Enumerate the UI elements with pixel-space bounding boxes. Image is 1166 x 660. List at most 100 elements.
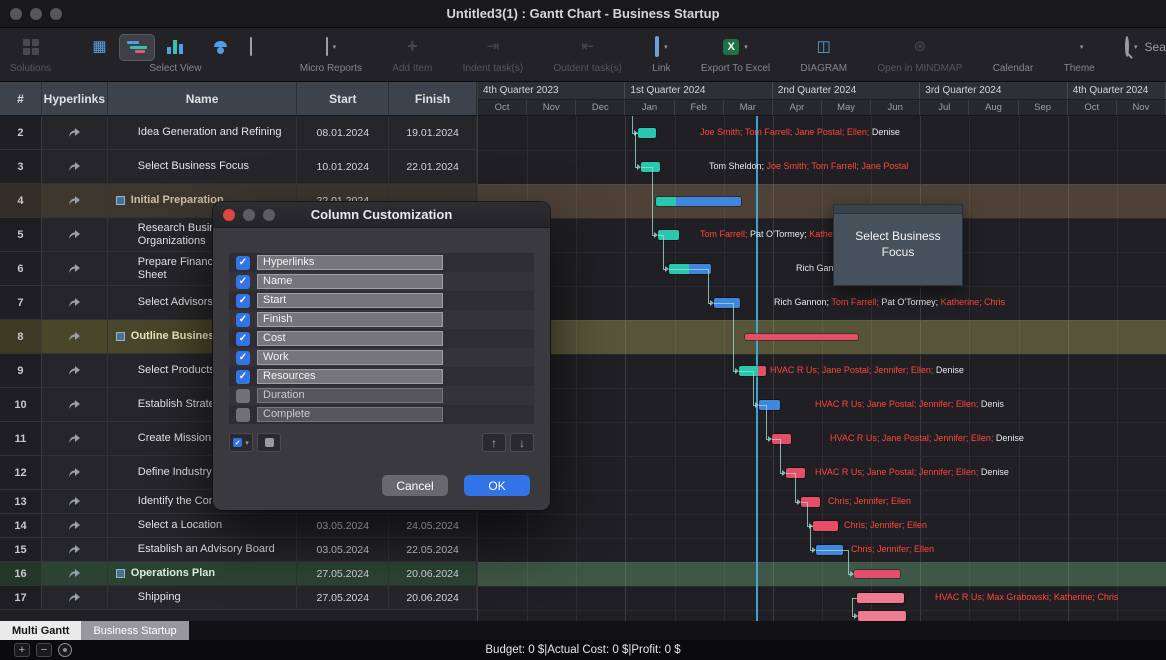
hyperlink-cell[interactable] [42,116,108,149]
column-name-field[interactable]: Finish [257,312,443,327]
report-view-button[interactable] [233,34,269,61]
column-name-field[interactable]: Start [257,293,443,308]
cost-checkbox[interactable]: ✓ [236,332,250,346]
ok-button[interactable]: OK [464,475,530,496]
zoom-button[interactable] [50,8,62,20]
column-name-field[interactable]: Duration [257,388,443,403]
hyperlink-icon [68,592,81,603]
gantt-bar-row-17[interactable] [857,593,904,603]
toolbar-item-search[interactable]: ▾Sea [1125,33,1166,61]
column-name-field[interactable]: Hyperlinks [257,255,443,270]
tab-business-startup[interactable]: Business Startup [81,621,188,640]
zoom-in-button[interactable]: + [14,643,30,657]
hyperlink-cell[interactable] [42,456,108,489]
toolbar-item-micro-reports[interactable]: ▾Micro Reports [300,33,362,74]
dialog-column-row-resources[interactable]: ✓ Resources [229,367,534,386]
hyperlink-cell[interactable] [42,490,108,513]
check-all-button[interactable]: ✓▾ [229,433,253,452]
dialog-column-row-complete[interactable]: Complete [229,405,534,424]
dialog-minimize-button[interactable] [243,209,255,221]
chevron-down-icon: ▾ [744,43,748,51]
gantt-bar-row-8[interactable] [745,334,858,340]
resource-view-button[interactable] [195,34,231,61]
hyperlink-cell[interactable] [42,150,108,183]
table-row-3[interactable]: 3Select Business Focus10.01.202422.01.20… [0,150,477,184]
dialog-column-row-name[interactable]: ✓ Name [229,272,534,291]
gantt-bar-row-2[interactable] [638,128,656,138]
toolbar-item-diagram[interactable]: ◫DIAGRAM [800,33,847,74]
cancel-button[interactable]: Cancel [382,475,448,496]
dialog-column-row-hyperlinks[interactable]: ✓ Hyperlinks [229,253,534,272]
col-header-num[interactable]: # [0,82,42,115]
dialog-close-button[interactable] [223,209,235,221]
gantt-bar-row-4[interactable] [656,197,741,206]
column-name-field[interactable]: Resources [257,369,443,384]
uncheck-all-button[interactable] [257,433,281,452]
toolbar-item-theme[interactable]: ▾Theme [1064,33,1095,74]
column-name-field[interactable]: Complete [257,407,443,422]
gantt-bar-row-14[interactable] [813,521,838,531]
move-down-button[interactable]: ↓ [510,433,534,452]
gantt-bar-row-16[interactable] [854,570,900,578]
dependency-arrow-icon [854,613,858,619]
col-header-finish[interactable]: Finish [389,82,477,115]
hyperlink-cell[interactable] [42,538,108,561]
hyperlink-cell[interactable] [42,320,108,353]
hyperlink-cell[interactable] [42,422,108,455]
column-name-field[interactable]: Work [257,350,443,365]
close-button[interactable] [10,8,22,20]
column-name-field[interactable]: Cost [257,331,443,346]
work-checkbox[interactable]: ✓ [236,351,250,365]
collapse-icon[interactable] [116,569,125,578]
name-checkbox[interactable]: ✓ [236,275,250,289]
dialog-column-row-duration[interactable]: Duration [229,386,534,405]
hyperlinks-checkbox[interactable]: ✓ [236,256,250,270]
table-row-17[interactable]: 17Shipping27.05.202420.06.2024 [0,586,477,610]
hyperlink-cell[interactable] [42,184,108,217]
hyperlink-cell[interactable] [42,388,108,421]
table-row-15[interactable]: 15Establish an Advisory Board03.05.20242… [0,538,477,562]
column-name-field[interactable]: Name [257,274,443,289]
traffic-lights [10,8,62,20]
toolbar-item-export-to-excel[interactable]: X▾Export To Excel [701,33,770,74]
col-header-start[interactable]: Start [297,82,389,115]
hyperlink-cell[interactable] [42,514,108,537]
dialog-titlebar[interactable]: Column Customization [213,202,550,228]
tab-multi-gantt[interactable]: Multi Gantt [0,621,81,640]
table-row-16[interactable]: 16Operations Plan27.05.202420.06.2024 [0,562,477,586]
hyperlink-cell[interactable] [42,354,108,387]
row-number: 14 [0,514,42,537]
complete-checkbox[interactable] [236,408,250,422]
col-header-name[interactable]: Name [108,82,298,115]
dialog-column-row-work[interactable]: ✓ Work [229,348,534,367]
move-up-button[interactable]: ↑ [482,433,506,452]
toolbar-item-link[interactable]: ▾Link [652,33,670,74]
dialog-column-row-finish[interactable]: ✓ Finish [229,310,534,329]
table-row-2[interactable]: 2Idea Generation and Refining08.01.20241… [0,116,477,150]
finish-checkbox[interactable]: ✓ [236,313,250,327]
zoom-out-button[interactable]: − [36,643,52,657]
hyperlink-cell[interactable] [42,252,108,285]
collapse-icon[interactable] [116,332,125,341]
window-titlebar[interactable]: Untitled3(1) : Gantt Chart - Business St… [0,0,1166,28]
hyperlink-cell[interactable] [42,286,108,319]
hyperlink-cell[interactable] [42,586,108,609]
dialog-column-row-cost[interactable]: ✓ Cost [229,329,534,348]
hyperlink-cell[interactable] [42,218,108,251]
start-checkbox[interactable]: ✓ [236,294,250,308]
toolbar-item-calendar[interactable]: Calendar [993,33,1034,74]
table-view-button[interactable]: ▦ [81,34,117,61]
hyperlink-cell[interactable] [42,562,108,585]
fit-view-button[interactable] [58,643,72,657]
duration-checkbox[interactable] [236,389,250,403]
collapse-icon[interactable] [116,196,125,205]
gantt-bar-row-18[interactable] [858,611,906,621]
col-header-hyperlinks[interactable]: Hyperlinks [42,82,108,115]
minimize-button[interactable] [30,8,42,20]
dialog-column-row-start[interactable]: ✓ Start [229,291,534,310]
table-row-14[interactable]: 14Select a Location03.05.202424.05.2024 [0,514,477,538]
chart-view-button[interactable] [157,34,193,61]
dialog-zoom-button[interactable] [263,209,275,221]
gantt-view-button[interactable] [119,34,155,61]
resources-checkbox[interactable]: ✓ [236,370,250,384]
